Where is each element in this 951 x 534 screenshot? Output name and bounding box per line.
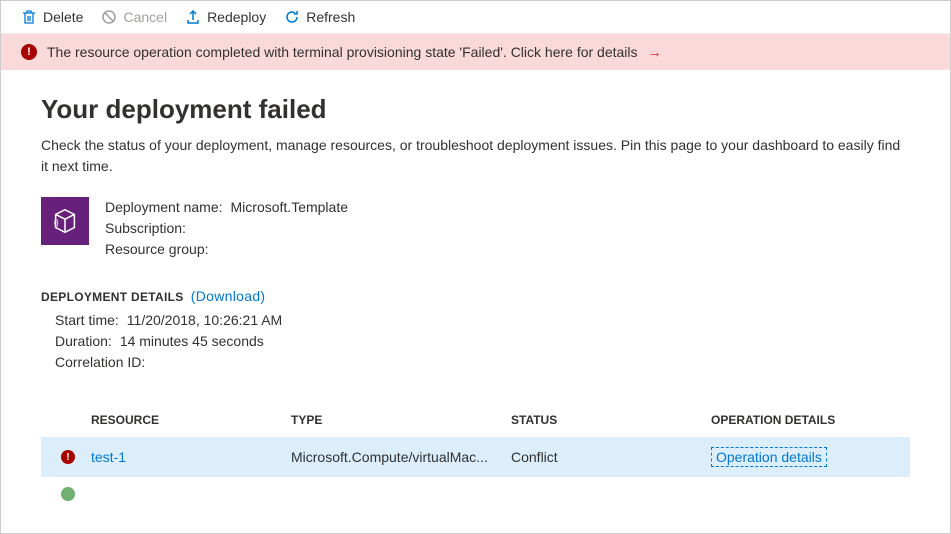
- subscription-label: Subscription:: [105, 218, 186, 239]
- col-status: STATUS: [511, 413, 711, 427]
- refresh-label: Refresh: [306, 9, 355, 25]
- start-time-value: 11/20/2018, 10:26:21 AM: [127, 310, 282, 331]
- content: Your deployment failed Check the status …: [1, 70, 950, 511]
- status-error-icon: !: [61, 450, 75, 464]
- table-row[interactable]: ! test-1 Microsoft.Compute/virtualMac...…: [41, 437, 910, 477]
- arrow-right-icon: →: [648, 44, 662, 60]
- toolbar: Delete Cancel Redeploy Refresh: [1, 1, 950, 34]
- page-subtext: Check the status of your deployment, man…: [41, 135, 910, 177]
- duration-value: 14 minutes 45 seconds: [120, 331, 264, 352]
- col-type: TYPE: [291, 413, 511, 427]
- delete-button[interactable]: Delete: [21, 9, 83, 25]
- start-time-label: Start time:: [55, 310, 119, 331]
- refresh-button[interactable]: Refresh: [284, 9, 355, 25]
- operation-details-link[interactable]: Operation details: [711, 447, 827, 467]
- resource-type: Microsoft.Compute/virtualMac...: [291, 449, 511, 465]
- col-resource: RESOURCE: [91, 413, 291, 427]
- redeploy-label: Redeploy: [207, 9, 266, 25]
- cancel-button: Cancel: [101, 9, 167, 25]
- resource-status: Conflict: [511, 449, 711, 465]
- status-ok-icon: [61, 487, 75, 501]
- alert-error-icon: !: [21, 44, 37, 60]
- deployment-name-value: Microsoft.Template: [231, 197, 348, 218]
- cancel-icon: [101, 9, 117, 25]
- delete-label: Delete: [43, 9, 83, 25]
- page-title: Your deployment failed: [41, 94, 910, 125]
- alert-message: The resource operation completed with te…: [47, 44, 638, 60]
- table-header-row: RESOURCE TYPE STATUS OPERATION DETAILS: [41, 403, 910, 437]
- svg-text:{}: {}: [54, 218, 60, 227]
- resource-link[interactable]: test-1: [91, 449, 291, 465]
- template-icon: {}: [41, 197, 89, 245]
- redeploy-button[interactable]: Redeploy: [185, 9, 266, 25]
- resource-group-label: Resource group:: [105, 239, 209, 260]
- trash-icon: [21, 9, 37, 25]
- deployment-name-label: Deployment name:: [105, 197, 223, 218]
- deployment-table: RESOURCE TYPE STATUS OPERATION DETAILS !…: [41, 403, 910, 511]
- deployment-summary: {} Deployment name: Microsoft.Template Su…: [41, 197, 910, 260]
- cancel-label: Cancel: [123, 9, 167, 25]
- upload-icon: [185, 9, 201, 25]
- duration-label: Duration:: [55, 331, 112, 352]
- col-operation: OPERATION DETAILS: [711, 413, 910, 427]
- correlation-id-label: Correlation ID:: [55, 352, 145, 373]
- error-alert[interactable]: ! The resource operation completed with …: [1, 34, 950, 70]
- table-row[interactable]: [41, 477, 910, 511]
- deployment-details-header: DEPLOYMENT DETAILS (Download): [41, 288, 910, 304]
- download-link[interactable]: (Download): [191, 288, 266, 304]
- refresh-icon: [284, 9, 300, 25]
